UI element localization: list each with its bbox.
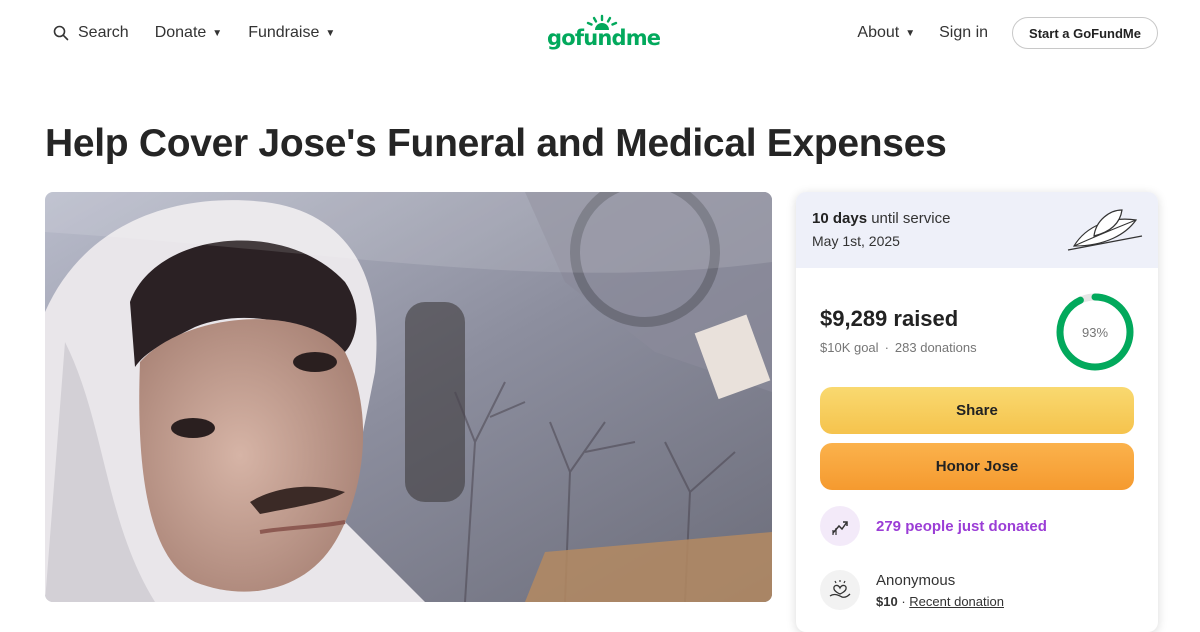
- goal-line: $10K goal · 283 donations: [820, 340, 977, 355]
- recent-donations-banner[interactable]: 279 people just donated: [820, 506, 1047, 546]
- caret-down-icon: ▼: [325, 27, 336, 39]
- raised-summary: $9,289 raised $10K goal · 283 donations: [820, 306, 977, 355]
- donor-info: Anonymous $10 · Recent donation: [876, 572, 1004, 609]
- donor-row: Anonymous $10 · Recent donation: [820, 570, 1004, 610]
- recent-donation-link[interactable]: Recent donation: [909, 594, 1004, 609]
- campaign-title: Help Cover Jose's Funeral and Medical Ex…: [45, 122, 947, 165]
- progress-ring: 93%: [1056, 293, 1134, 371]
- amount-raised: $9,289 raised: [820, 306, 959, 331]
- campaign-photo[interactable]: [45, 192, 772, 602]
- honor-button[interactable]: Honor Jose: [820, 443, 1134, 490]
- fundraise-menu[interactable]: Fundraise ▼: [248, 22, 335, 44]
- signin-link[interactable]: Sign in: [939, 22, 988, 44]
- service-countdown: 10 days until service May 1st, 2025: [796, 192, 1158, 268]
- campaign-photo-image: [45, 192, 772, 602]
- about-label: About: [857, 24, 900, 41]
- nav-left: Search Donate ▼ Fundraise ▼: [52, 22, 361, 44]
- about-menu[interactable]: About ▼: [857, 22, 915, 44]
- search-button[interactable]: Search: [52, 22, 129, 44]
- share-button[interactable]: Share: [820, 387, 1134, 434]
- donor-amount-line: $10 · Recent donation: [876, 594, 1004, 609]
- caret-down-icon: ▼: [212, 27, 223, 39]
- recent-donations-text: 279 people just donated: [876, 517, 1047, 535]
- days-count: 10 days: [812, 210, 868, 227]
- nav-right: About ▼ Sign in Start a GoFundMe: [857, 17, 1158, 49]
- leaf-icon: [1067, 209, 1143, 251]
- donate-label: Donate: [154, 24, 207, 41]
- days-suffix: until service: [871, 210, 951, 227]
- start-gofundme-button[interactable]: Start a GoFundMe: [1012, 17, 1158, 49]
- search-icon: [53, 25, 69, 41]
- top-nav: Search Donate ▼ Fundraise ▼ gofundme Abo…: [0, 0, 1200, 66]
- logo-text: gofundme: [547, 26, 661, 50]
- donor-separator: ·: [901, 593, 906, 609]
- donor-name: Anonymous: [876, 571, 956, 589]
- donation-count: 283 donations: [894, 340, 977, 355]
- trend-up-icon: [820, 506, 860, 546]
- donation-card: 10 days until service May 1st, 2025 $9,2…: [796, 192, 1158, 632]
- caret-down-icon: ▼: [905, 27, 916, 39]
- goal-amount: $10K goal: [820, 340, 879, 355]
- donor-amount: $10: [876, 593, 898, 609]
- donate-menu[interactable]: Donate ▼: [155, 22, 223, 44]
- search-label: Search: [78, 24, 129, 41]
- hand-heart-icon: [820, 570, 860, 610]
- separator-dot: ·: [884, 340, 889, 355]
- fundraise-label: Fundraise: [248, 24, 320, 41]
- signin-label: Sign in: [939, 24, 989, 41]
- progress-label: 93%: [1082, 325, 1108, 340]
- gofundme-logo[interactable]: gofundme: [547, 14, 661, 54]
